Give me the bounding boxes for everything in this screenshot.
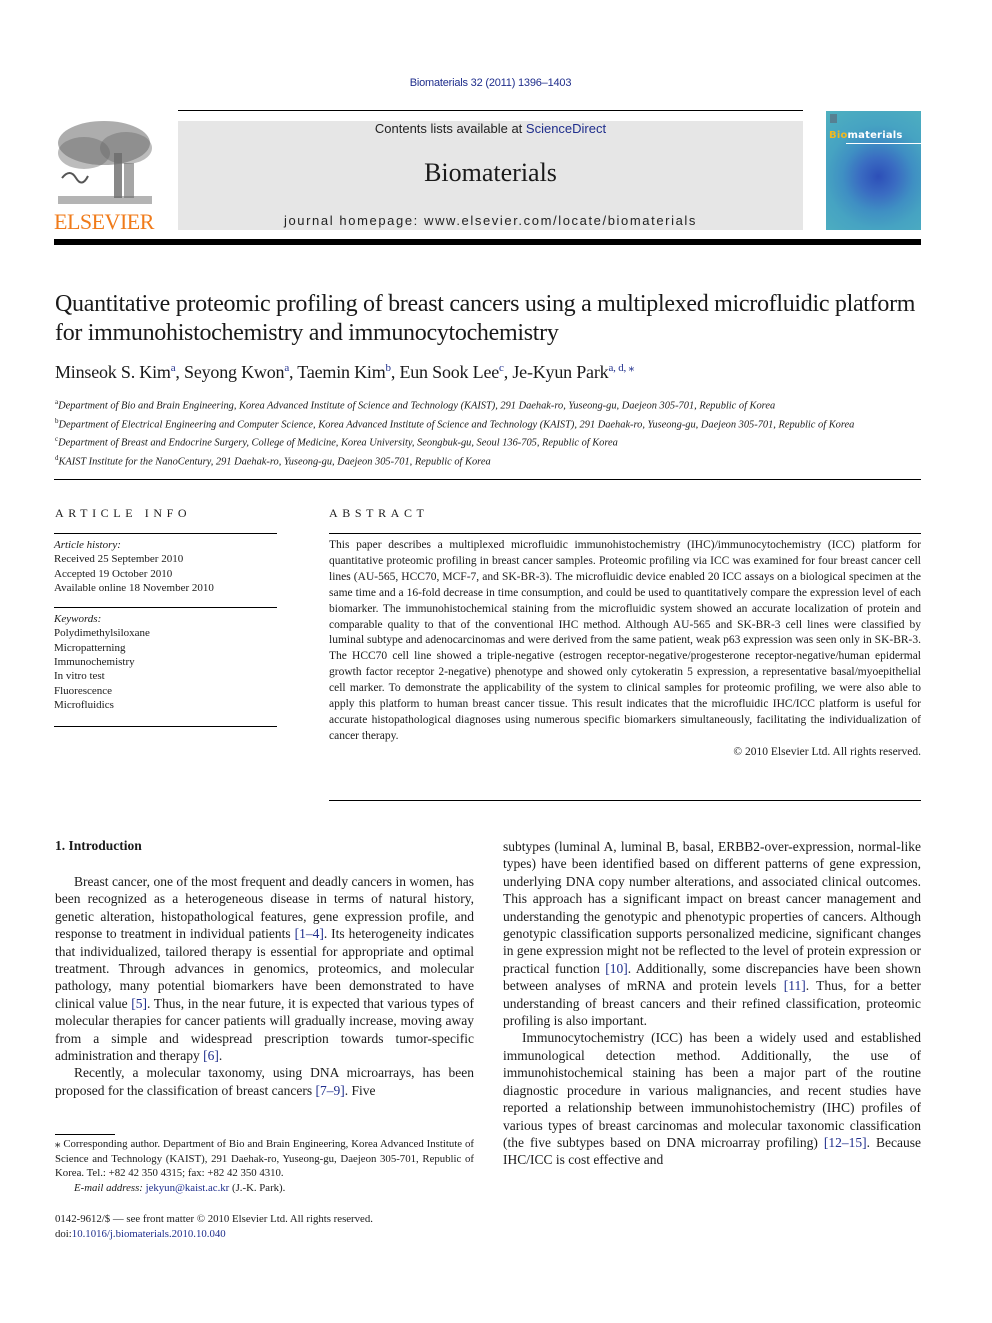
author-list: Minseok S. Kima, Seyong Kwona, Taemin Ki… — [55, 362, 634, 382]
affiliation-item: bDepartment of Electrical Engineering an… — [55, 414, 925, 433]
corresponding-author-text: ⁎ Corresponding author. Department of Bi… — [55, 1138, 474, 1179]
keyword-item: Polydimethylsiloxane — [54, 627, 150, 640]
affiliations: aDepartment of Bio and Brain Engineering… — [55, 395, 925, 470]
body-right-column: subtypes (luminal A, luminal B, basal, E… — [503, 838, 921, 1169]
author-name[interactable]: Minseok S. Kim — [55, 362, 171, 382]
author-name[interactable]: Taemin Kim — [297, 362, 385, 382]
article-info-heading: ARTICLE INFO — [55, 506, 192, 520]
body-paragraph: Recently, a molecular taxonomy, using DN… — [55, 1065, 474, 1098]
section-heading-introduction: 1. Introduction — [55, 838, 142, 853]
keyword-item: Micropatterning — [54, 641, 126, 654]
abstract-rule — [329, 533, 921, 534]
elsevier-logo[interactable]: ELSEVIER — [54, 118, 156, 236]
citation-link[interactable]: [5] — [131, 996, 147, 1011]
article-info-bottom-rule — [54, 726, 277, 728]
author-affiliation-marker[interactable]: c — [499, 362, 504, 374]
history-item: Accepted 19 October 2010 — [54, 567, 173, 580]
keyword-item: Immunochemistry — [54, 656, 135, 669]
author-name[interactable]: Seyong Kwon — [184, 362, 285, 382]
author-affiliation-marker[interactable]: a — [284, 362, 289, 374]
citation-link[interactable]: [7–9] — [316, 1083, 345, 1098]
keyword-item: Fluorescence — [54, 684, 113, 697]
doi-label: doi: — [55, 1227, 72, 1240]
abstract-text: This paper describes a multiplexed micro… — [329, 539, 921, 742]
affiliation-text: KAIST Institute for the NanoCentury, 291… — [58, 456, 491, 468]
article-info: Article history: Received 25 September 2… — [54, 533, 277, 728]
author-name[interactable]: Je-Kyun Park — [512, 362, 608, 382]
contents-prefix: Contents lists available at — [374, 121, 526, 136]
citation-link[interactable]: [11] — [784, 978, 806, 993]
citation-link[interactable]: [6] — [203, 1048, 219, 1063]
author-affiliation-marker[interactable]: a — [171, 362, 176, 374]
author-affiliation-marker[interactable]: a, d, ⁎ — [608, 362, 634, 374]
header-rule — [178, 110, 803, 111]
affiliation-text: Department of Bio and Brain Engineering,… — [58, 400, 776, 412]
front-matter-text: 0142-9612/$ — see front matter © 2010 El… — [55, 1213, 373, 1225]
journal-cover-image[interactable]: Biomaterials — [826, 111, 921, 230]
cover-rule — [846, 143, 921, 144]
citation-link[interactable]: [12–15] — [824, 1135, 867, 1150]
email-link[interactable]: jekyun@kaist.ac.kr — [146, 1182, 230, 1194]
cover-title-rest: materials — [847, 130, 903, 141]
doi-link[interactable]: 10.1016/j.biomaterials.2010.10.040 — [72, 1228, 226, 1240]
affiliation-item: dKAIST Institute for the NanoCentury, 29… — [55, 451, 925, 470]
author-affiliation-marker[interactable]: b — [386, 362, 392, 374]
journal-masthead: Contents lists available at ScienceDirec… — [178, 121, 803, 230]
cover-title: Biomaterials — [829, 130, 903, 141]
affiliation-item: cDepartment of Breast and Endocrine Surg… — [55, 432, 925, 451]
abstract-copyright: © 2010 Elsevier Ltd. All rights reserved… — [733, 745, 921, 758]
corresponding-author-footnote: ⁎ Corresponding author. Department of Bi… — [55, 1137, 474, 1195]
email-suffix: (J.-K. Park). — [229, 1181, 286, 1194]
keyword-item: Microfluidics — [54, 698, 114, 711]
email-label: E-mail address: — [74, 1181, 143, 1194]
doi-line: doi:10.1016/j.biomaterials.2010.10.040 — [55, 1227, 373, 1242]
body-paragraph: subtypes (luminal A, luminal B, basal, E… — [503, 839, 921, 1029]
affiliation-text: Department of Breast and Endocrine Surge… — [58, 437, 618, 449]
journal-homepage[interactable]: journal homepage: www.elsevier.com/locat… — [178, 213, 803, 228]
cover-title-highlight: Bio — [829, 130, 848, 141]
body-paragraph: Breast cancer, one of the most frequent … — [55, 874, 474, 1064]
front-matter: 0142-9612/$ — see front matter © 2010 El… — [55, 1212, 373, 1241]
abstract-bottom-rule — [329, 800, 921, 801]
journal-name[interactable]: Biomaterials — [178, 158, 803, 188]
body-left-column: Breast cancer, one of the most frequent … — [55, 873, 474, 1099]
abstract-heading: ABSTRACT — [329, 506, 429, 520]
footnote-rule — [55, 1134, 115, 1135]
citation-link[interactable]: [1–4] — [295, 926, 324, 941]
journal-citation[interactable]: Biomaterials 32 (2011) 1396–1403 — [0, 77, 981, 89]
contents-line: Contents lists available at ScienceDirec… — [178, 121, 803, 137]
keyword-item: In vitro test — [54, 670, 105, 683]
keywords-label: Keywords: — [54, 613, 102, 626]
history-item: Received 25 September 2010 — [54, 553, 184, 566]
history-item: Available online 18 November 2010 — [54, 581, 214, 594]
citation-link[interactable]: [10] — [605, 961, 628, 976]
abstract: This paper describes a multiplexed micro… — [329, 538, 921, 761]
header-thick-rule — [54, 239, 921, 245]
article-history: Article history: Received 25 September 2… — [54, 534, 277, 607]
body-paragraph: Immunocytochemistry (ICC) has been a wid… — [503, 1030, 922, 1168]
author-name[interactable]: Eun Sook Lee — [399, 362, 499, 382]
article-title: Quantitative proteomic profiling of brea… — [55, 291, 916, 346]
cover-publisher-mark-icon — [830, 114, 837, 123]
history-label: Article history: — [54, 539, 121, 551]
keywords: Keywords: Polydimethylsiloxane Micropatte… — [54, 608, 277, 726]
affiliation-text: Department of Electrical Engineering and… — [58, 419, 855, 431]
elsevier-wordmark: ELSEVIER — [54, 209, 154, 234]
title-rule — [54, 479, 921, 480]
elsevier-tree-icon — [54, 118, 156, 210]
sciencedirect-link[interactable]: ScienceDirect — [526, 121, 606, 136]
email-line: E-mail address: jekyun@kaist.ac.kr (J.-K… — [55, 1181, 474, 1196]
affiliation-item: aDepartment of Bio and Brain Engineering… — [55, 395, 925, 414]
